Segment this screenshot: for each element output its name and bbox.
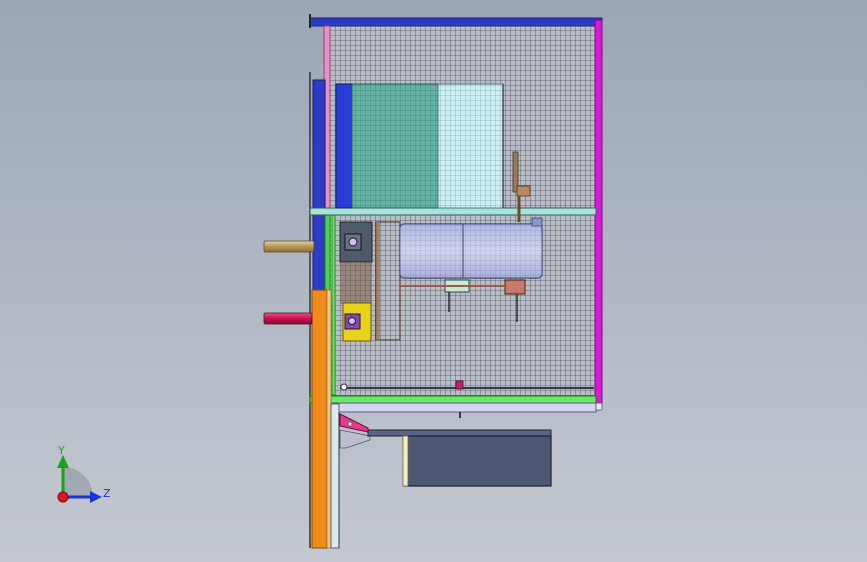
drawer-unit[interactable]	[339, 413, 552, 487]
brown-spacer	[340, 262, 372, 304]
orange-leg[interactable]	[311, 289, 328, 549]
teal-panel[interactable]	[351, 83, 439, 209]
rod-clip	[455, 380, 464, 390]
gray-bracket	[339, 429, 371, 449]
fitting-right[interactable]	[504, 279, 526, 295]
rod-end-left	[340, 383, 348, 391]
blue-side-panel[interactable]	[335, 83, 353, 209]
leg-inner-strip	[326, 289, 332, 549]
shaft-coupling	[516, 185, 531, 197]
left-blue-column[interactable]	[312, 79, 326, 291]
cad-viewport[interactable]: Y Z	[0, 0, 867, 562]
tan-pipe[interactable]	[263, 240, 315, 253]
dark-block-knob	[348, 237, 358, 247]
z-axis-label: Z	[103, 487, 111, 500]
coordinate-triad: Y Z	[57, 444, 111, 503]
green-rail-inner[interactable]	[331, 214, 336, 396]
brown-strip	[376, 222, 380, 340]
drawer-front-strip	[402, 435, 409, 487]
bracket-hole	[347, 421, 353, 427]
top-frame-bar[interactable]	[309, 17, 603, 27]
motor-end-cap	[531, 217, 543, 227]
red-pipe[interactable]	[263, 312, 313, 325]
cyan-panel[interactable]	[437, 83, 504, 209]
drawer-top-rail[interactable]	[367, 429, 552, 437]
upper-compartment[interactable]	[335, 83, 531, 209]
bottom-green-bar[interactable]	[309, 395, 597, 404]
z-axis-arrow	[90, 491, 102, 503]
x-axis-dot	[57, 491, 69, 503]
bottom-base-plate[interactable]	[323, 402, 597, 413]
mid-divider-bar[interactable]	[309, 207, 597, 216]
base-corner-tab	[595, 402, 603, 411]
drawer-box[interactable]	[403, 435, 552, 487]
light-leg-strip[interactable]	[330, 403, 340, 549]
yellow-block-knob	[348, 317, 356, 325]
motor-shade	[400, 224, 542, 278]
triad-xz-quadrant	[63, 467, 93, 497]
pink-bracket[interactable]	[339, 413, 369, 433]
y-axis-label: Y	[57, 444, 65, 457]
pipes[interactable]	[263, 240, 315, 325]
